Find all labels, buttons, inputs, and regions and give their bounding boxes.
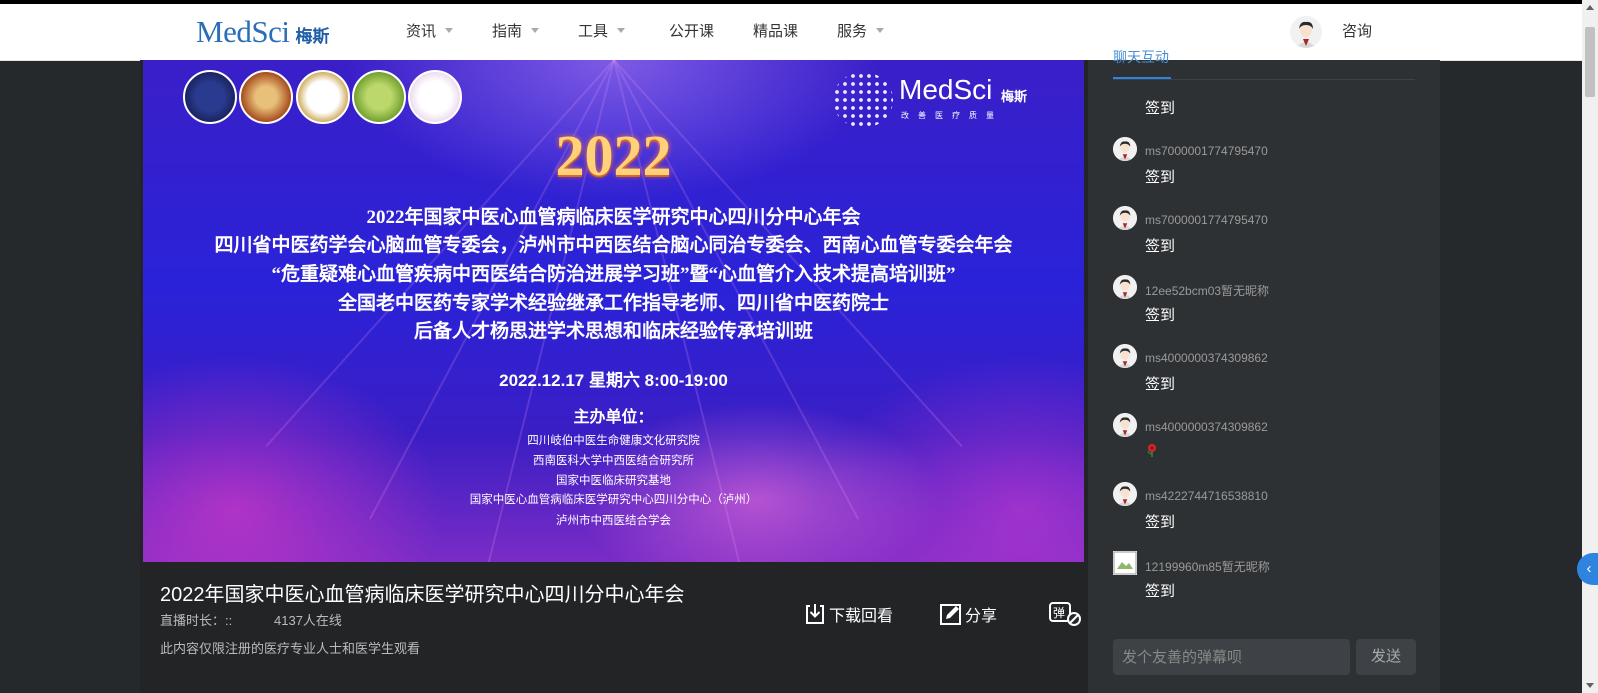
slide-organizer: 四川岐伯中医生命健康文化研究院	[527, 435, 700, 447]
danmaku-off-icon: 弹	[1049, 602, 1081, 626]
chat-divider	[1113, 79, 1415, 80]
access-notice: 此内容仅限注册的医疗专业人士和医学生观看	[160, 641, 421, 656]
slide-year: 2022	[555, 123, 672, 188]
slide-organizer: 国家中医心血管病临床医学研究中心四川分中心（泸州）	[469, 494, 758, 506]
nav-item-services[interactable]: 服务	[837, 4, 885, 60]
chat-username: 12199960m85暂无昵称	[1145, 560, 1270, 574]
slide-date: 2022.12.17 星期六 8:00-19:00	[499, 371, 728, 390]
nav-item-label: 资讯	[406, 23, 437, 40]
user-avatar-icon	[1113, 413, 1137, 437]
download-replay-button[interactable]: 下载回看	[803, 602, 893, 626]
slide-brand-en: MedSci	[899, 74, 993, 105]
online-count: 4137人在线	[274, 613, 342, 628]
download-label: 下载回看	[829, 608, 894, 625]
chevron-down-icon	[617, 27, 626, 33]
slide-organizer: 国家中医临床研究基地	[556, 475, 671, 487]
nav-item-premium-course[interactable]: 精品课	[753, 4, 798, 60]
medsci-slide-logo: MedSci 梅斯 改善医疗质量	[833, 72, 1048, 128]
slide-line: 2022年国家中医心血管病临床医学研究中心四川分中心年会	[366, 207, 861, 228]
org-seal-logo	[352, 70, 406, 124]
broken-image-icon	[1113, 551, 1137, 575]
nav-item-label: 精品课	[753, 23, 799, 40]
chat-avatar-broken	[1113, 551, 1137, 575]
slide-brand-slogan: 改善医疗质量	[901, 111, 1003, 120]
slide-organizer: 西南医科大学中西医结合研究所	[533, 455, 694, 467]
chevron-down-icon	[531, 27, 540, 33]
dots-emblem-icon	[833, 72, 893, 128]
consult-link[interactable]: 咨询	[1342, 4, 1372, 60]
org-seal-logo	[239, 70, 293, 124]
user-avatar-icon	[1113, 137, 1137, 161]
nav-item-label: 指南	[492, 23, 523, 40]
slide-line: 后备人才杨思进学术思想和临床经验传承培训班	[413, 321, 813, 342]
top-navbar: MedSci 梅斯 资讯 指南 工具 公开课 精品课 服务 咨询	[0, 4, 1582, 61]
scroll-up-icon[interactable]	[1586, 5, 1594, 10]
danmaku-input[interactable]	[1113, 639, 1350, 675]
nav-item-tools[interactable]: 工具	[578, 4, 626, 60]
slide-host-title: 主办单位：	[573, 409, 654, 426]
share-icon	[940, 604, 961, 625]
chat-username: ms7000001774795470	[1145, 144, 1268, 158]
chat-message-text: 签到	[1145, 307, 1176, 324]
user-avatar-icon	[1113, 344, 1137, 368]
chat-avatar	[1113, 206, 1137, 230]
logo-text-en: MedSci	[196, 14, 290, 49]
chat-message-text: 签到	[1145, 514, 1176, 531]
chat-message-text: 签到	[1145, 100, 1176, 117]
flower-gift-icon	[1147, 444, 1156, 457]
slide-organizer: 泸州市中西医结合学会	[556, 515, 671, 527]
share-button[interactable]: 分享	[939, 602, 997, 626]
chat-avatar	[1113, 482, 1137, 506]
page-scrollbar[interactable]	[1582, 0, 1598, 693]
nav-item-open-course[interactable]: 公开课	[669, 4, 714, 60]
chat-message-text: 签到	[1145, 583, 1176, 600]
chat-message-text: 签到	[1145, 169, 1176, 186]
chevron-down-icon	[445, 27, 454, 33]
user-avatar-icon	[1113, 275, 1137, 299]
slide-line: 全国老中医药专家学术经验继承工作指导老师、四川省中医药院士	[337, 293, 889, 314]
scrollbar-thumb[interactable]	[1585, 27, 1595, 97]
nav-item-news[interactable]: 资讯	[406, 4, 454, 60]
org-seal-logo	[183, 70, 237, 124]
svg-text:弹: 弹	[1053, 606, 1065, 620]
chat-avatar	[1113, 275, 1137, 299]
chat-avatar	[1113, 344, 1137, 368]
scroll-down-icon[interactable]	[1586, 683, 1594, 688]
org-seal-logo	[296, 70, 350, 124]
download-icon	[806, 604, 824, 624]
nav-item-guide[interactable]: 指南	[492, 4, 540, 60]
tab-chat[interactable]: 聊天互动	[1113, 47, 1171, 67]
chat-avatar	[1113, 137, 1137, 161]
nav-item-label: 服务	[837, 23, 868, 40]
chat-username: ms4222744716538810	[1145, 489, 1268, 503]
video-title: 2022年国家中医心血管病临床医学研究中心四川分中心年会	[160, 584, 685, 606]
chat-username: ms4000000374309862	[1145, 420, 1268, 434]
panel-collapse-button[interactable]: ‹	[1577, 553, 1598, 585]
slide-line: 四川省中医药学会心脑血管专委会，泸州市中西医结合脑心同治专委会、西南心血管专委会…	[214, 235, 1013, 256]
chat-username: ms4000000374309862	[1145, 351, 1268, 365]
chat-message-text: 签到	[1145, 238, 1176, 255]
chat-username: ms7000001774795470	[1145, 213, 1268, 227]
chat-avatar	[1113, 413, 1137, 437]
medsci-logo[interactable]: MedSci 梅斯	[196, 14, 329, 50]
org-seal-logo	[408, 70, 462, 124]
chevron-down-icon	[876, 27, 885, 33]
share-label: 分享	[965, 608, 998, 625]
send-button[interactable]: 发送	[1356, 639, 1416, 675]
live-duration: 直播时长：::	[160, 613, 233, 628]
nav-item-label: 公开课	[669, 23, 715, 40]
chat-message-text: 签到	[1145, 376, 1176, 393]
slide-brand-zh: 梅斯	[1001, 89, 1028, 104]
slide-line: “危重疑难心血管疾病中西医结合防治进展学习班”暨“心血管介入技术提高培训班”	[271, 264, 956, 285]
user-avatar-icon	[1290, 16, 1322, 48]
user-avatar-icon	[1113, 206, 1137, 230]
chevron-left-icon: ‹	[1586, 560, 1592, 577]
user-avatar-icon	[1113, 482, 1137, 506]
chat-username: 12ee52bcm03暂无昵称	[1145, 284, 1270, 298]
danmaku-toggle-button[interactable]: 弹	[1049, 602, 1083, 626]
logo-text-zh: 梅斯	[295, 27, 330, 46]
nav-item-label: 工具	[578, 23, 609, 40]
video-player[interactable]: MedSci 梅斯 改善医疗质量 2022 2022年国家中医心血管病临床医学研…	[143, 60, 1084, 562]
user-avatar[interactable]	[1290, 16, 1322, 48]
